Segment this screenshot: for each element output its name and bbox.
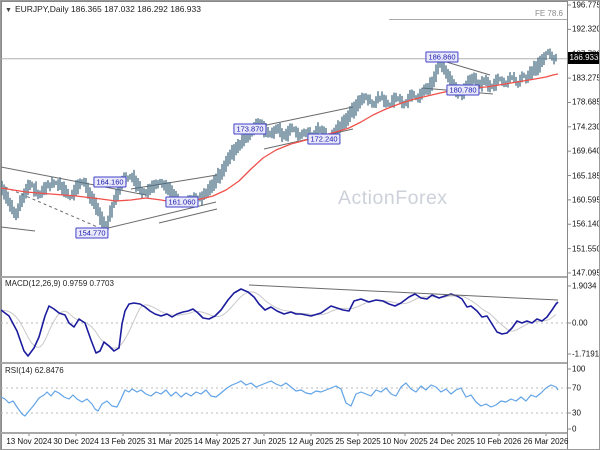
time-axis-label: 24 Dec 2025 — [429, 437, 475, 446]
price-level-callout[interactable]: 154.770 — [75, 227, 109, 239]
price-axis-label: 151.550 — [572, 244, 600, 254]
indicator-axis-label: 100 — [572, 364, 586, 374]
indicator-axis-label: 70 — [572, 383, 581, 393]
price-axis-label: 165.185 — [572, 171, 600, 181]
time-axis-label: 13 Feb 2025 — [100, 437, 146, 446]
symbol-ohlc-text: EURJPY,Daily 186.365 187.032 186.292 186… — [14, 4, 201, 14]
price-axis-label: 160.595 — [572, 195, 600, 205]
time-axis-label: 27 Jun 2025 — [241, 437, 287, 446]
indicator-axis-label: 30 — [572, 408, 581, 418]
panel-divider-rsi[interactable] — [1, 362, 567, 364]
panel-divider-xaxis — [1, 432, 567, 434]
trend-line — [158, 208, 218, 224]
time-axis-label: 25 Sep 2025 — [335, 437, 381, 446]
price-axis-label: 147.095 — [572, 268, 600, 278]
price-axis-label: 192.320 — [572, 24, 600, 34]
chart-canvas[interactable] — [1, 1, 600, 450]
time-axis-label: 14 May 2025 — [193, 437, 241, 446]
price-level-callout[interactable]: 180.780 — [446, 84, 480, 96]
trend-line — [1, 226, 36, 232]
price-axis-line — [567, 1, 568, 449]
price-level-callout[interactable]: 161.060 — [165, 196, 199, 208]
macd-trend-line — [248, 284, 559, 301]
trend-line — [103, 201, 217, 230]
time-axis-label: 10 Feb 2026 — [476, 437, 522, 446]
indicator-axis-label: -1.7191 — [572, 349, 600, 359]
macd-main-line — [1, 288, 559, 357]
chevron-down-icon[interactable]: ▼ — [5, 7, 12, 14]
price-level-callout[interactable]: 164.160 — [93, 176, 127, 188]
indicator-axis-label: 0 — [572, 424, 577, 434]
price-axis-label: 183.275 — [572, 73, 600, 83]
rsi-indicator-label: RSI(14) 62.8476 — [5, 366, 64, 375]
actionforex-watermark: ActionForex — [338, 187, 448, 209]
price-axis-label: 187.730 — [572, 49, 600, 59]
indicator-axis-label: 0.00 — [572, 318, 588, 328]
candlestick-series — [1, 48, 557, 234]
rsi-line — [1, 380, 559, 417]
price-axis-label: 169.640 — [572, 146, 600, 156]
price-axis-label: 178.685 — [572, 97, 600, 107]
chart-window: ▼ EURJPY,Daily 186.365 187.032 186.292 18… — [0, 0, 600, 450]
macd-indicator-label: MACD(12,26,9) 0.9759 0.7703 — [5, 279, 114, 288]
macd-signal-line — [1, 291, 557, 349]
time-axis-label: 31 Mar 2025 — [147, 437, 193, 446]
panel-divider-macd[interactable] — [1, 276, 567, 278]
price-axis-label: 174.230 — [572, 122, 600, 132]
time-axis-label: 12 Aug 2025 — [288, 437, 334, 446]
trend-line — [130, 174, 218, 190]
time-axis-label: 10 Nov 2025 — [382, 437, 428, 446]
time-axis-label: 30 Dec 2024 — [53, 437, 99, 446]
price-axis-label: 156.140 — [572, 219, 600, 229]
symbol-ohlc-header: ▼ EURJPY,Daily 186.365 187.032 186.292 18… — [5, 4, 201, 14]
price-level-callout[interactable]: 173.870 — [233, 123, 267, 135]
price-level-callout[interactable]: 172.240 — [307, 133, 341, 145]
indicator-axis-label: 1.9034 — [572, 281, 597, 291]
fibonacci-extension-label: FE 78.6 — [534, 9, 563, 18]
price-axis-label: 196.775 — [572, 0, 600, 10]
price-level-callout[interactable]: 186.860 — [425, 51, 459, 63]
time-axis-label: 13 Nov 2024 — [6, 437, 52, 446]
time-axis-label: 26 Mar 2026 — [523, 437, 569, 446]
